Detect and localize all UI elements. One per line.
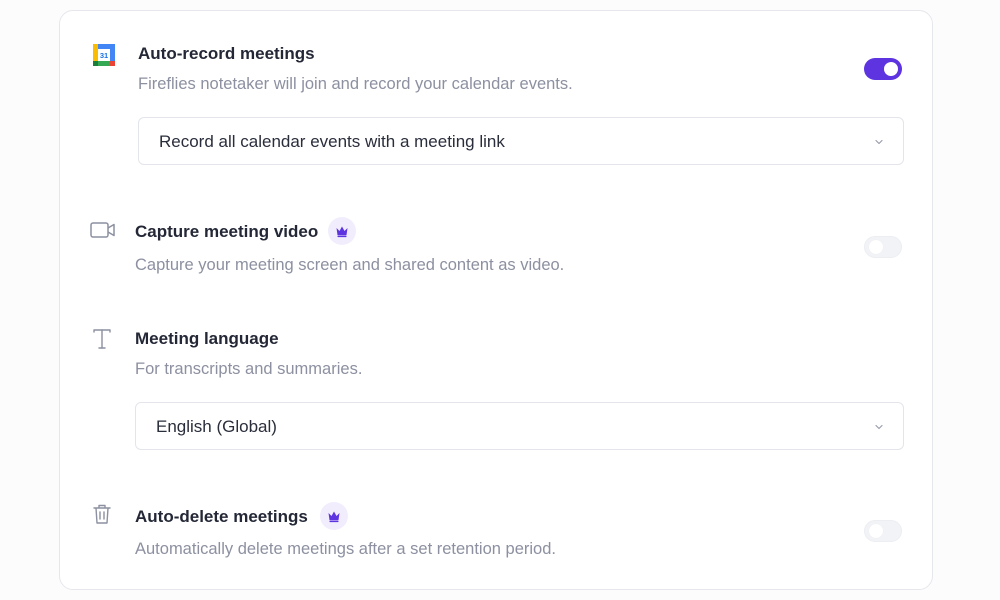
- toggle-knob: [884, 62, 898, 76]
- google-calendar-icon: 31: [93, 44, 115, 71]
- text-icon: [92, 328, 112, 355]
- meeting-language-description: For transcripts and summaries.: [135, 360, 363, 378]
- auto-delete-description: Automatically delete meetings after a se…: [135, 540, 556, 558]
- auto-delete-toggle[interactable]: [864, 520, 902, 542]
- capture-video-description: Capture your meeting screen and shared c…: [135, 256, 565, 274]
- chevron-down-icon: [873, 420, 885, 438]
- settings-card: 31 Auto-record meetings Fireflies noteta…: [59, 10, 933, 590]
- auto-record-description: Fireflies notetaker will join and record…: [138, 75, 573, 93]
- video-camera-icon: [90, 220, 116, 245]
- crown-icon: [328, 511, 340, 523]
- chevron-down-icon: [873, 135, 885, 153]
- premium-badge: [328, 217, 356, 245]
- auto-record-title: Auto-record meetings: [138, 44, 315, 63]
- meeting-language-title: Meeting language: [135, 329, 279, 348]
- auto-record-toggle[interactable]: [864, 58, 902, 80]
- capture-video-toggle[interactable]: [864, 236, 902, 258]
- toggle-knob: [869, 240, 883, 254]
- crown-icon: [336, 226, 348, 238]
- capture-video-title: Capture meeting video: [135, 222, 319, 241]
- premium-badge: [320, 502, 348, 530]
- meeting-language-select[interactable]: English (Global): [135, 402, 904, 450]
- auto-record-select[interactable]: Record all calendar events with a meetin…: [138, 117, 904, 165]
- trash-icon: [92, 503, 112, 530]
- toggle-knob: [869, 524, 883, 538]
- auto-record-select-value: Record all calendar events with a meetin…: [159, 132, 505, 151]
- calendar-day-number: 31: [100, 51, 108, 60]
- meeting-language-select-value: English (Global): [156, 417, 277, 436]
- auto-delete-title: Auto-delete meetings: [135, 507, 308, 526]
